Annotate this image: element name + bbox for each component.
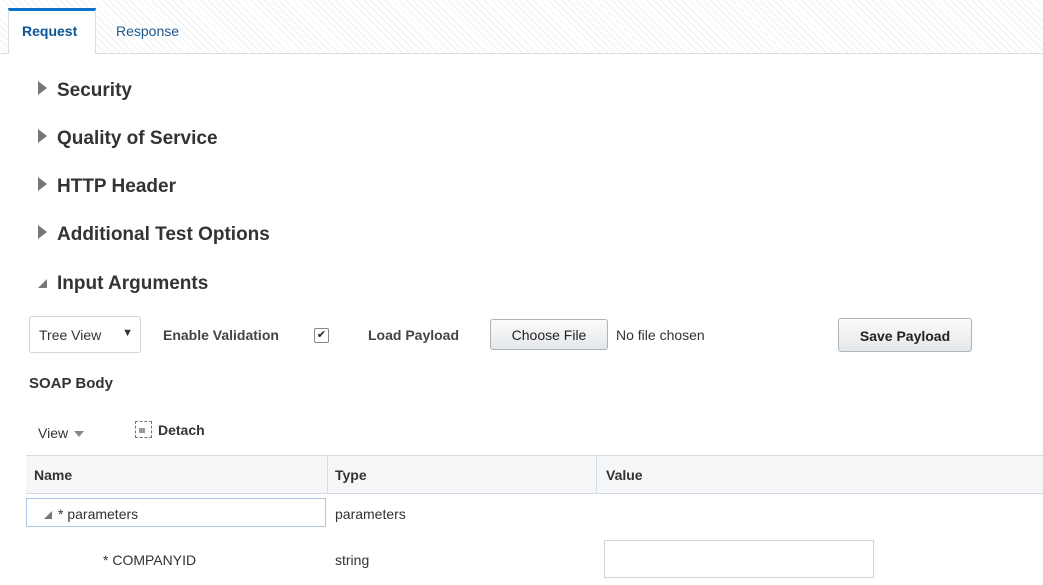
section-label: Input Arguments <box>57 273 209 294</box>
section-security[interactable]: Security <box>38 80 132 106</box>
column-header-type[interactable]: Type <box>335 467 367 483</box>
table-header: Name Type Value <box>26 455 1043 494</box>
section-label: HTTP Header <box>57 176 176 197</box>
dropdown-arrow-icon <box>74 431 85 437</box>
column-divider[interactable] <box>327 456 328 493</box>
detach-icon <box>135 421 152 438</box>
tree-collapse-icon[interactable] <box>44 511 52 519</box>
input-arguments-toolbar: Tree View ▼ Enable Validation ✔ Load Pay… <box>29 316 989 354</box>
tab-request[interactable]: Request <box>8 8 96 54</box>
expand-triangle-icon <box>38 81 47 95</box>
expand-triangle-icon <box>38 225 47 239</box>
file-status-text: No file chosen <box>616 327 705 343</box>
table-row[interactable]: * COMPANYID string <box>26 540 1043 578</box>
view-menu[interactable]: View <box>38 425 85 441</box>
expand-triangle-icon <box>38 129 47 143</box>
column-header-name[interactable]: Name <box>34 467 72 483</box>
section-input-arguments[interactable]: Input Arguments <box>38 273 208 299</box>
tab-response[interactable]: Response <box>116 8 179 53</box>
load-payload-label: Load Payload <box>368 327 460 343</box>
collapse-triangle-icon <box>38 279 47 288</box>
enable-validation-checkbox[interactable]: ✔ <box>314 328 329 343</box>
soap-body-title: SOAP Body <box>29 375 113 392</box>
companyid-value-input[interactable] <box>604 540 874 578</box>
save-payload-button[interactable]: Save Payload <box>838 318 972 352</box>
column-header-value[interactable]: Value <box>606 467 643 483</box>
choose-file-button[interactable]: Choose File <box>490 319 608 350</box>
name-cell: * COMPANYID <box>103 552 197 568</box>
section-label: Quality of Service <box>57 128 218 149</box>
name-cell: * parameters <box>44 506 138 522</box>
detach-label: Detach <box>158 422 205 438</box>
section-additional-test-options[interactable]: Additional Test Options <box>38 224 270 250</box>
param-name: * parameters <box>58 506 139 522</box>
dropdown-caret-icon: ▼ <box>122 327 133 339</box>
table-row[interactable]: * parameters parameters <box>26 498 1043 531</box>
section-label: Additional Test Options <box>57 224 270 245</box>
view-mode-value: Tree View <box>39 327 102 343</box>
detach-button[interactable]: Detach <box>135 421 205 438</box>
view-mode-select[interactable]: Tree View ▼ <box>29 316 141 353</box>
section-label: Security <box>57 80 132 101</box>
type-cell: string <box>335 552 370 568</box>
type-cell: parameters <box>335 506 406 522</box>
section-quality-of-service[interactable]: Quality of Service <box>38 128 218 154</box>
enable-validation-label: Enable Validation <box>163 327 279 343</box>
column-divider[interactable] <box>596 456 597 493</box>
tab-bar: Request Response <box>0 0 1043 54</box>
expand-triangle-icon <box>38 177 47 191</box>
view-menu-label: View <box>38 425 69 441</box>
section-http-header[interactable]: HTTP Header <box>38 176 176 202</box>
